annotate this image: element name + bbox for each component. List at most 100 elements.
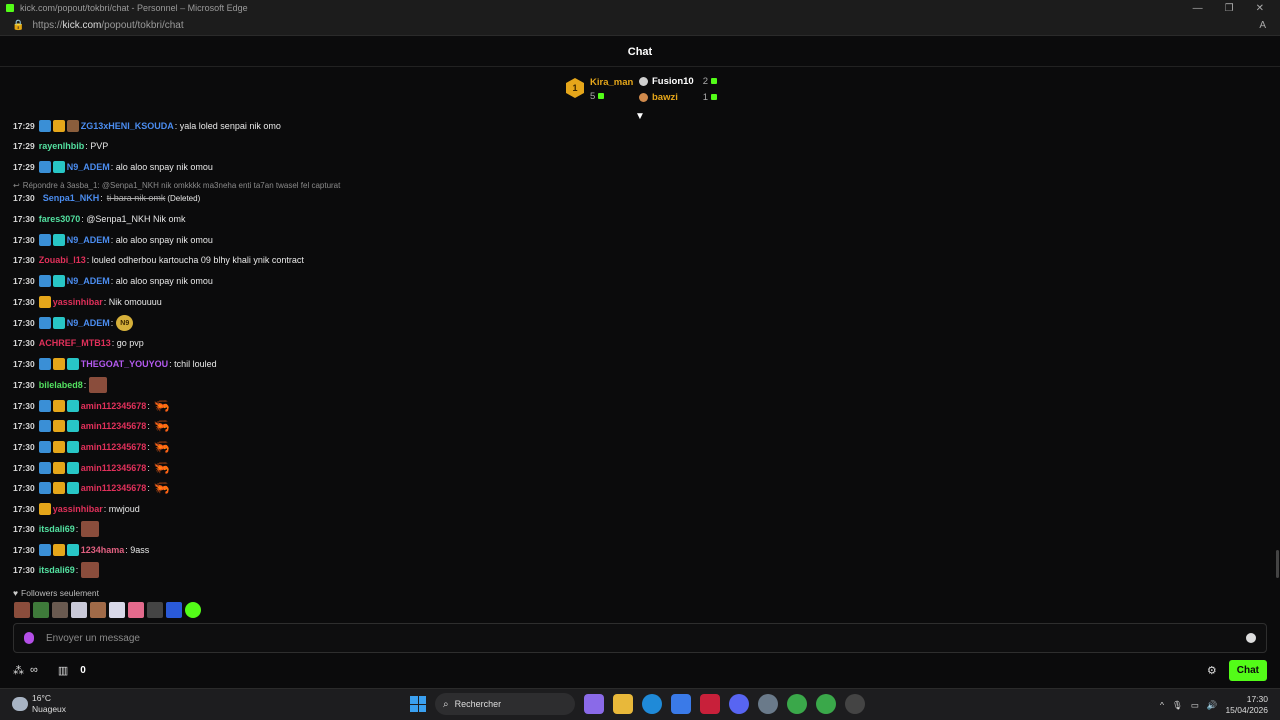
infinity-icon[interactable]: ∞ (30, 664, 38, 676)
gear-icon[interactable]: ⚙ (1207, 664, 1217, 677)
chat-message[interactable]: 17:30 fares3070 : @Senpa1_NKH Nik omk (13, 211, 185, 227)
username[interactable]: bilelabed8 (39, 380, 83, 390)
taskbar-search[interactable]: ⌕ Rechercher (435, 693, 575, 715)
shrimp-emote-icon[interactable] (128, 602, 144, 618)
edge-icon[interactable] (642, 694, 662, 714)
face-emote-icon[interactable] (81, 521, 100, 537)
username[interactable]: amin112345678 (81, 421, 147, 431)
username[interactable]: THEGOAT_YOUYOU (81, 359, 168, 369)
logo-emote-icon[interactable] (109, 602, 125, 618)
username[interactable]: fares3070 (39, 214, 81, 224)
username[interactable]: N9_ADEM (67, 162, 110, 172)
discord-icon[interactable] (729, 694, 749, 714)
clock[interactable]: 17:30 15/04/2026 (1225, 694, 1268, 716)
message-input[interactable] (46, 632, 1246, 644)
chrome-icon[interactable] (787, 694, 807, 714)
chat-message[interactable]: 17:30 bilelabed8 : (13, 377, 108, 393)
username[interactable]: 1234hama (81, 545, 125, 555)
frog-emote-icon[interactable] (33, 602, 49, 618)
username[interactable]: itsdali69 (39, 565, 75, 575)
username[interactable]: amin112345678 (81, 463, 147, 473)
lock-icon[interactable]: 🔒 (12, 20, 24, 31)
chat-message[interactable]: 17:30 1234hama : 9ass (13, 542, 149, 558)
chat-message[interactable]: 17:30 N9_ADEM : alo aloo snpay nik omou (13, 273, 213, 289)
chat-message[interactable]: 17:30 yassinhibar : mwjoud (13, 501, 140, 517)
username[interactable]: rayenlhbib (39, 141, 85, 151)
face-emote-icon[interactable] (81, 562, 100, 578)
man-emote-icon[interactable] (52, 602, 68, 618)
chat-message[interactable]: 17:30 yassinhibar : Nik omouuuu (13, 294, 162, 310)
emoji-picker-icon[interactable] (1246, 633, 1256, 643)
leaderboard-second-name[interactable]: Fusion10 (652, 76, 694, 87)
send-chat-button[interactable]: Chat (1228, 659, 1267, 681)
store-icon[interactable] (671, 694, 691, 714)
chat-message[interactable]: 17:30 itsdali69 : (13, 562, 100, 578)
users-icon[interactable]: ⁂ (13, 664, 24, 677)
username[interactable]: itsdali69 (39, 524, 75, 534)
dash-emote-icon[interactable] (147, 602, 163, 618)
chat-message[interactable]: 17:30 Senpa1_NKH : ti bara nik omk (Dele… (13, 190, 200, 206)
chat-scrollbar[interactable] (1276, 550, 1279, 578)
chat-message[interactable]: 17:30 THEGOAT_YOUYOU : tchil louled (13, 356, 217, 372)
n9-emote-icon[interactable]: N9 (116, 315, 134, 331)
username[interactable]: N9_ADEM (67, 276, 110, 286)
minimize-button[interactable]: — (1193, 3, 1203, 14)
ghost-emote-icon[interactable] (71, 602, 87, 618)
network-icon[interactable]: ▭ (1191, 700, 1199, 711)
chat-message[interactable]: 17:30 Zouabi_l13 : louled odherbou karto… (13, 252, 304, 268)
kick-emote-icon[interactable] (185, 602, 201, 618)
face-emote-icon[interactable] (89, 377, 108, 393)
chrome-profile-icon[interactable] (816, 694, 836, 714)
leaderboard-first-name[interactable]: Kira_man (590, 77, 633, 88)
robot-emote-icon[interactable] (166, 602, 182, 618)
username[interactable]: yassinhibar (53, 297, 103, 307)
shrimp-emote-icon[interactable]: 🦐 (153, 439, 171, 455)
username[interactable]: Zouabi_l13 (39, 255, 86, 265)
app-red-icon[interactable] (700, 694, 720, 714)
reply-context[interactable]: ↩ Répondre à 3asba_1: @Senpa1_NKH nik om… (13, 181, 340, 190)
chat-message[interactable]: 17:30 amin112345678 : 🦐 (13, 398, 171, 414)
chat-message[interactable]: 17:29 ZG13xHENI_KSOUDA : yala loled senp… (13, 118, 281, 134)
chat-message[interactable]: 17:30 N9_ADEM : alo aloo snpay nik omou (13, 232, 213, 248)
username[interactable]: yassinhibar (53, 504, 103, 514)
windows-start-icon[interactable] (410, 696, 426, 712)
read-aloud-icon[interactable]: A (1259, 20, 1266, 31)
chat-message[interactable]: 17:30 ACHREF_MTB13 : go pvp (13, 335, 144, 351)
username[interactable]: N9_ADEM (67, 235, 110, 245)
username[interactable]: amin112345678 (81, 401, 147, 411)
shrimp-emote-icon[interactable]: 🦐 (153, 480, 171, 496)
restore-button[interactable]: ❐ (1225, 3, 1234, 14)
shrimp-emote-icon[interactable]: 🦐 (153, 398, 171, 414)
chat-message[interactable]: 17:30 amin112345678 : 🦐 (13, 418, 171, 434)
close-button[interactable]: ✕ (1256, 3, 1264, 14)
volume-icon[interactable]: 🔊 (1207, 700, 1218, 711)
username[interactable]: amin112345678 (81, 483, 147, 493)
chat-message[interactable]: 17:29 rayenlhbib : PVP (13, 138, 108, 154)
chat-message[interactable]: 17:30 amin112345678 : 🦐 (13, 460, 171, 476)
chat-message[interactable]: 17:30 amin112345678 : 🦐 (13, 480, 171, 496)
chevron-up-icon[interactable]: ^ (1160, 700, 1164, 710)
username[interactable]: amin112345678 (81, 442, 147, 452)
face2-emote-icon[interactable] (90, 602, 106, 618)
leaderboard-third-name[interactable]: bawzi (652, 92, 678, 103)
settings-icon[interactable] (758, 694, 778, 714)
microphone-tray-icon[interactable]: 🎙 (1172, 700, 1183, 711)
microphone-icon[interactable] (24, 632, 34, 644)
url-text[interactable]: https://kick.com/popout/tokbri/chat (32, 20, 183, 31)
chat-message[interactable]: 17:30 N9_ADEM : N9 (13, 315, 134, 331)
store-icon[interactable]: ▥ (58, 664, 68, 677)
chat-message[interactable]: 17:30 itsdali69 : (13, 521, 100, 537)
file-explorer-icon[interactable] (613, 694, 633, 714)
address-bar[interactable]: 🔒 https://kick.com/popout/tokbri/chat A (0, 16, 1280, 36)
shrimp-emote-icon[interactable]: 🦐 (153, 460, 171, 476)
username[interactable]: ZG13xHENI_KSOUDA (81, 121, 174, 131)
shrimp-emote-icon[interactable]: 🦐 (153, 418, 171, 434)
chat-message[interactable]: 17:30 amin112345678 : 🦐 (13, 439, 171, 455)
weather-widget[interactable]: 16°C Nuageux (12, 693, 66, 715)
username[interactable]: N9_ADEM (67, 318, 110, 328)
username[interactable]: ACHREF_MTB13 (39, 338, 111, 348)
message-input-box[interactable] (13, 623, 1267, 653)
face-emote-icon[interactable] (14, 602, 30, 618)
obs-icon[interactable] (845, 694, 865, 714)
username[interactable]: Senpa1_NKH (43, 193, 100, 203)
